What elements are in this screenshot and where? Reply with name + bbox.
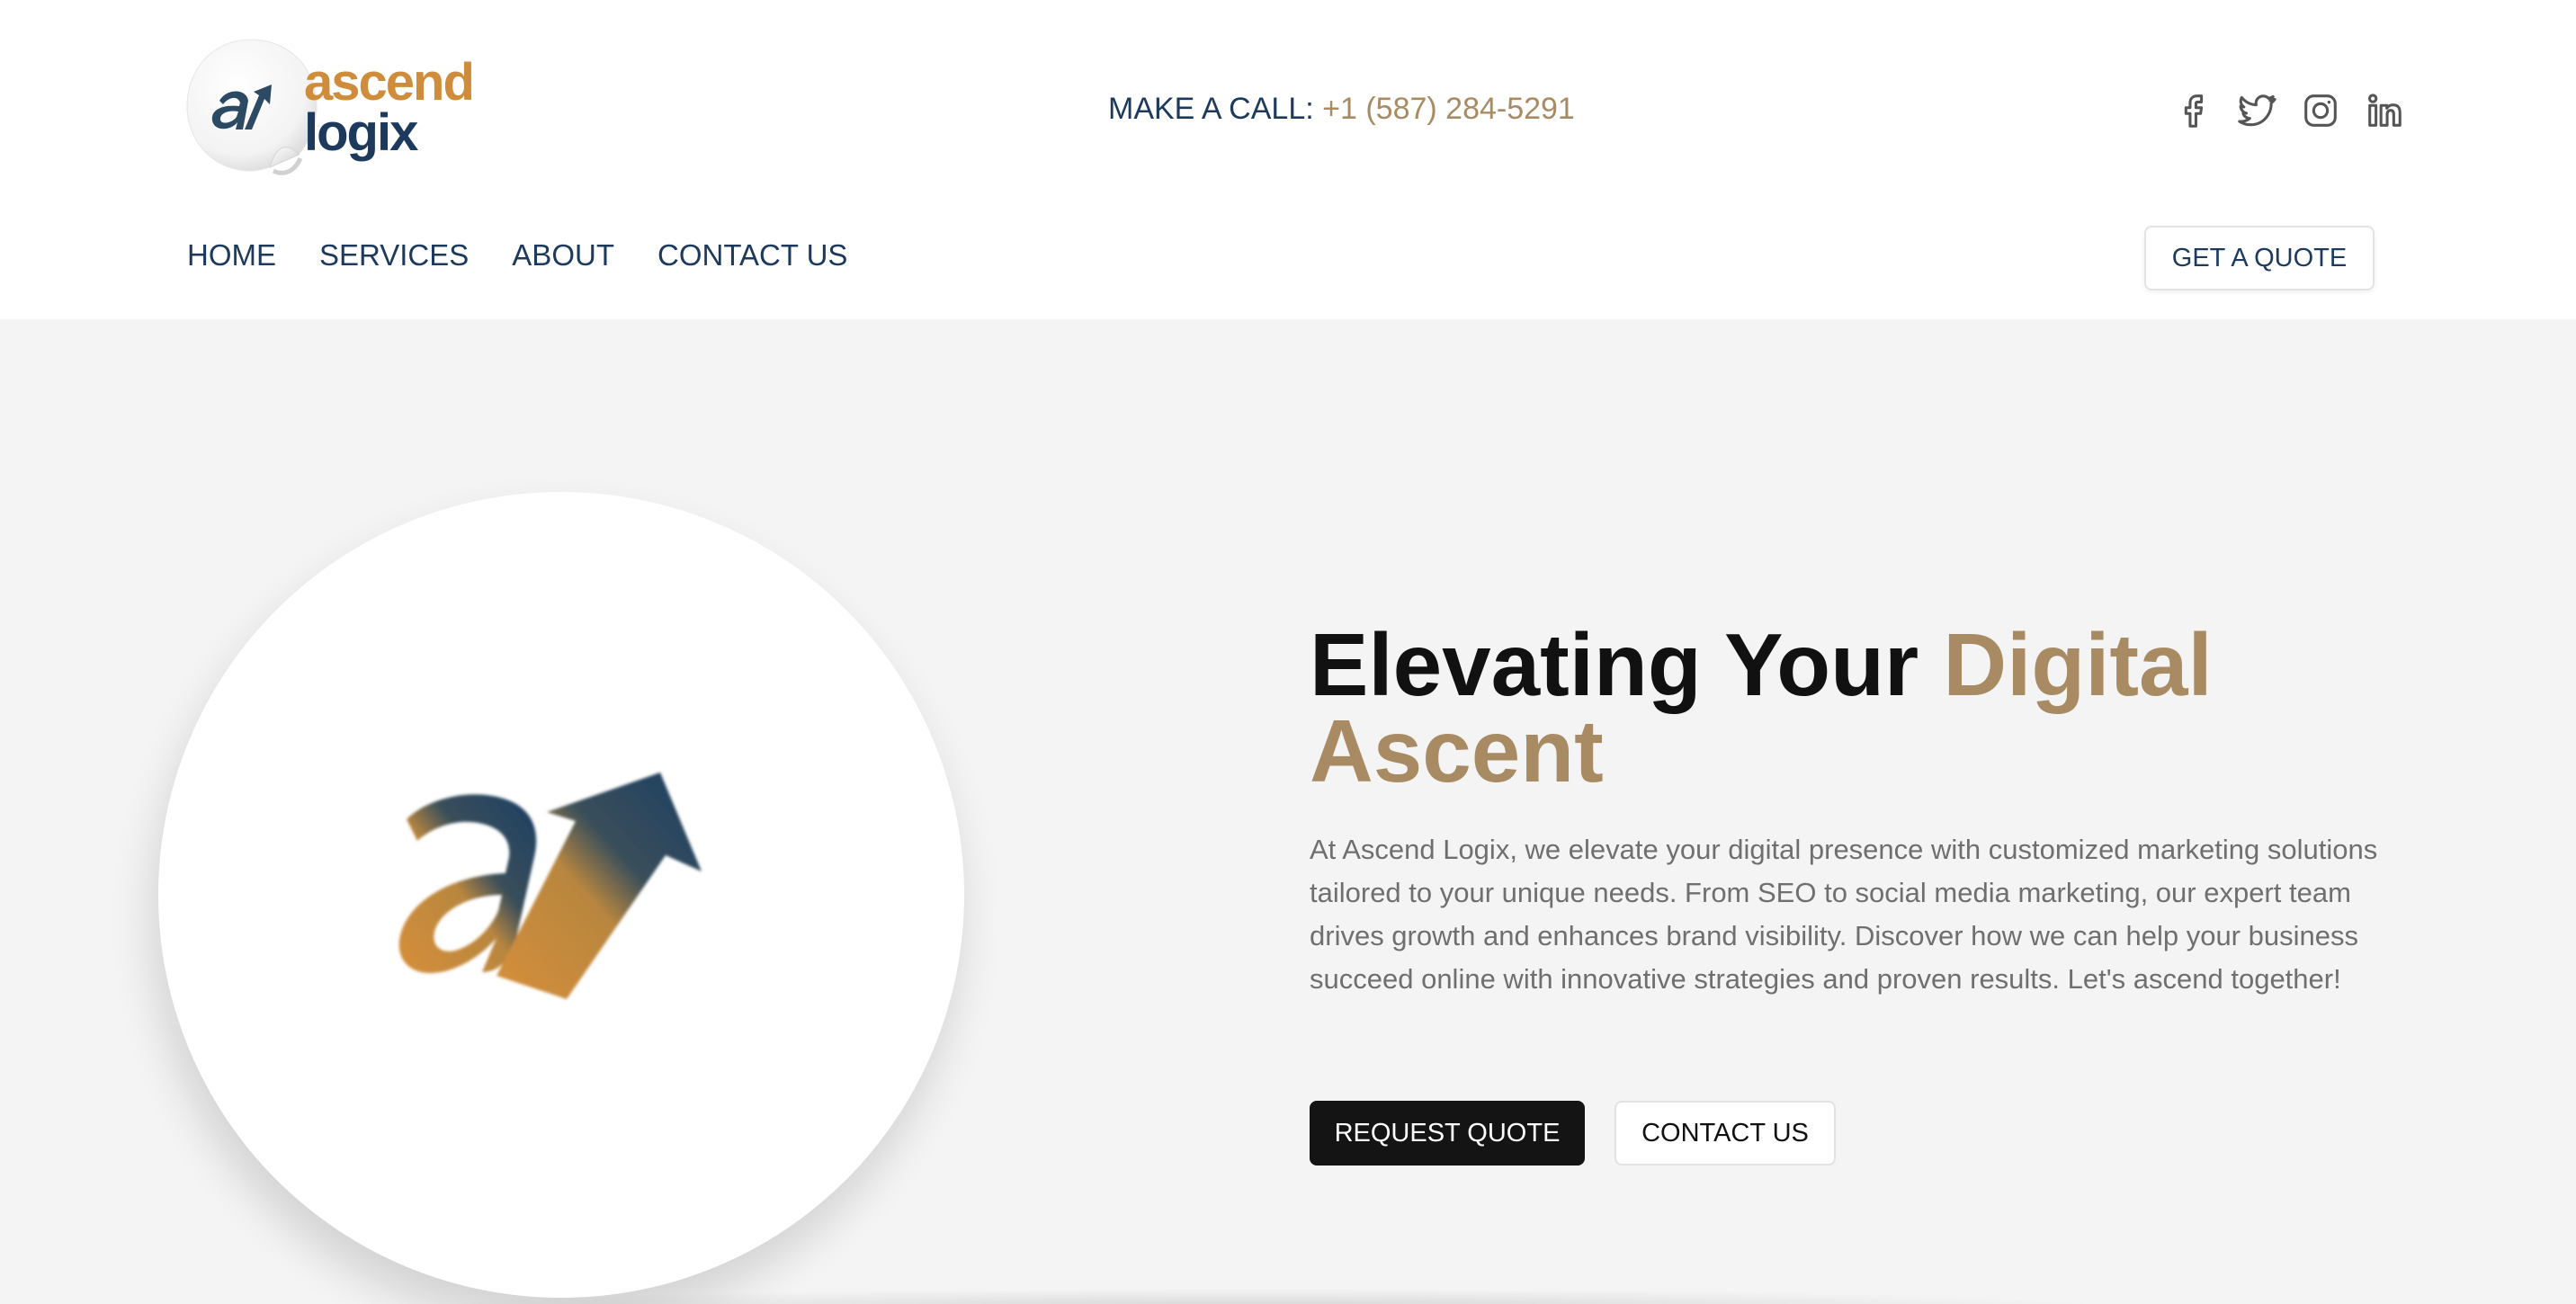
nav-item-services[interactable]: SERVICES (319, 238, 469, 272)
hero-section: Elevating Your Digital Ascent At Ascend … (0, 319, 2576, 1304)
get-a-quote-button[interactable]: GET A QUOTE (2144, 226, 2375, 290)
hero-title-accent-1: Digital (1943, 615, 2213, 714)
brand-name-line1: ascend (304, 53, 475, 112)
logo-sticker-icon (186, 39, 318, 175)
site-header: ascend logix MAKE A CALL: +1 (587) 284-5… (0, 0, 2576, 319)
facebook-icon[interactable] (2172, 90, 2214, 131)
section-divider-shadow (396, 1289, 2123, 1304)
call-info: MAKE A CALL: +1 (587) 284-5291 (1108, 92, 1575, 127)
brand-wordmark: ascend logix (304, 53, 475, 162)
nav-item-home[interactable]: HOME (187, 238, 276, 272)
brand-logo[interactable]: ascend logix (183, 36, 489, 187)
hero-title: Elevating Your Digital Ascent (1310, 621, 2389, 795)
hero-title-accent-2: Ascent (1310, 701, 1604, 800)
twitter-icon[interactable] (2236, 90, 2277, 131)
instagram-icon[interactable] (2300, 90, 2341, 131)
hero-description: At Ascend Logix, we elevate your digital… (1310, 834, 2378, 995)
brand-name-line2: logix (304, 103, 418, 162)
main-nav: HOME SERVICES ABOUT CONTACT US (187, 238, 890, 272)
request-quote-button[interactable]: REQUEST QUOTE (1310, 1101, 1585, 1166)
nav-item-about[interactable]: ABOUT (512, 238, 614, 272)
call-label: MAKE A CALL: (1108, 92, 1314, 126)
linkedin-icon[interactable] (2364, 90, 2405, 131)
contact-us-button[interactable]: CONTACT US (1614, 1101, 1836, 1166)
brand-mark-icon (398, 773, 702, 999)
nav-item-contact-us[interactable]: CONTACT US (657, 238, 847, 272)
hero-title-plain: Elevating Your (1310, 615, 1944, 714)
phone-link[interactable]: +1 (587) 284-5291 (1322, 92, 1575, 126)
